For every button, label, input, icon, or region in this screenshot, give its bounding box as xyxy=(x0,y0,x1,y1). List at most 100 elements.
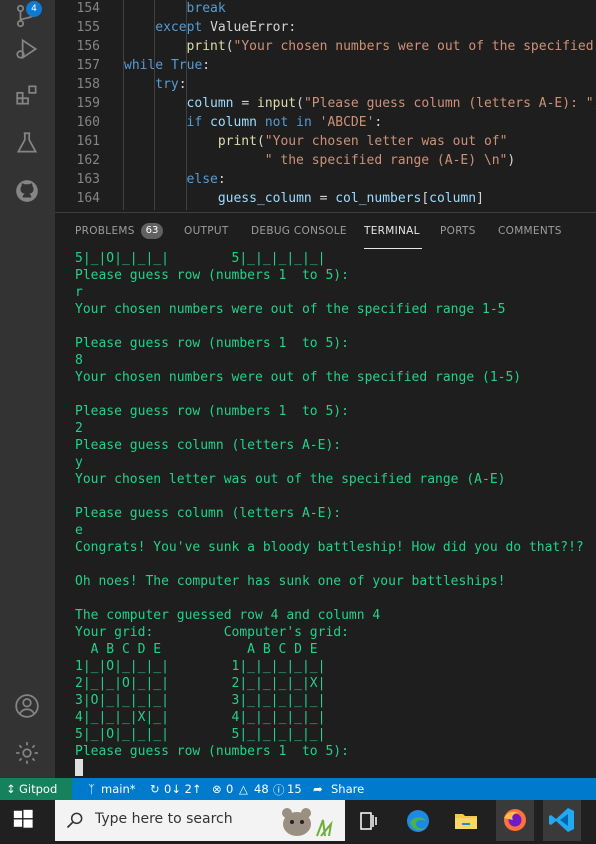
code-token: else xyxy=(186,172,218,187)
terminal-cursor xyxy=(75,759,83,776)
code-token: ( xyxy=(256,134,265,149)
search-highlight-icon xyxy=(282,808,333,837)
settings-gear-icon[interactable] xyxy=(11,737,43,769)
terminal-line: 3|O|_|_|_|_| 3|_|_|_|_|_| xyxy=(75,693,326,708)
code-line: 160 if column not in 'ABCDE': xyxy=(55,113,596,132)
code-text: while True: xyxy=(124,56,210,75)
taskbar-search-box[interactable]: Type here to search xyxy=(55,800,345,841)
terminal-line: Please guess row (numbers 1 to 5): xyxy=(75,336,349,351)
run-debug-icon[interactable] xyxy=(11,33,43,65)
testing-flask-icon[interactable] xyxy=(11,127,43,159)
edge-browser-icon[interactable] xyxy=(402,805,434,837)
branch-name[interactable]: main* xyxy=(101,782,135,796)
terminal-line: Please guess row (numbers 1 to 5): xyxy=(75,744,349,759)
code-text: guess_column = col_numbers[column] xyxy=(218,189,484,208)
code-line: 156 print("Your chosen numbers were out o… xyxy=(55,37,596,56)
line-number: 161 xyxy=(76,134,100,149)
terminal-line: 4|_|_|_|X|_| 4|_|_|_|_|_| xyxy=(75,710,326,725)
vscode-icon[interactable] xyxy=(543,800,581,841)
line-number: 156 xyxy=(76,39,100,54)
account-icon[interactable] xyxy=(11,690,43,722)
remote-label: Gitpod xyxy=(19,782,58,796)
line-number: 157 xyxy=(76,58,100,73)
search-placeholder: Type here to search xyxy=(95,811,233,827)
code-token: try xyxy=(155,77,179,92)
code-text: print("Your chosen letter was out of" xyxy=(218,132,508,151)
code-token: ) xyxy=(507,153,516,168)
code-token: = xyxy=(311,191,336,206)
firefox-icon[interactable] xyxy=(496,800,534,841)
code-line: 163 else: xyxy=(55,170,596,189)
terminal-line: 2 xyxy=(75,421,83,436)
sync-icon: ↻ xyxy=(150,782,160,796)
terminal-line: Your chosen numbers were out of the spec… xyxy=(75,370,522,385)
code-token: "Your chosen letter was out of" xyxy=(264,134,508,149)
code-token: column xyxy=(186,96,234,111)
code-editor[interactable]: 154 break 155 except ValueError: 156 print("Y… xyxy=(55,0,596,210)
sync-status[interactable]: 0↓ 2↑ xyxy=(164,782,202,796)
code-text: column = input("Please guess column (let… xyxy=(187,94,596,113)
tab-comments[interactable]: COMMENTS xyxy=(498,225,562,237)
terminal-line: Please guess column (letters A-E): xyxy=(75,438,342,453)
tab-output[interactable]: OUTPUT xyxy=(184,225,229,237)
terminal-line: Please guess row (numbers 1 to 5): xyxy=(75,404,349,419)
info-count[interactable]: 15 xyxy=(287,782,302,796)
share-icon: ➦ xyxy=(313,782,323,796)
share-button[interactable]: Share xyxy=(331,782,364,796)
code-text: if column not in 'ABCDE': xyxy=(187,113,383,132)
terminal-line: Your chosen numbers were out of the spec… xyxy=(75,302,506,317)
code-line: 157 while True: xyxy=(55,56,596,75)
code-text: except ValueError: xyxy=(155,18,296,37)
windows-start-icon[interactable] xyxy=(12,808,38,834)
line-number: 159 xyxy=(76,96,100,111)
code-line: 155 except ValueError: xyxy=(55,18,596,37)
code-token: except xyxy=(155,20,211,35)
warning-count[interactable]: 48 xyxy=(254,782,269,796)
code-token: = xyxy=(233,96,257,111)
error-count[interactable]: 0 xyxy=(226,782,233,796)
terminal-line: r xyxy=(75,285,83,300)
terminal-line: Congrats! You've sunk a bloody battleshi… xyxy=(75,540,584,555)
terminal-line: 8 xyxy=(75,353,83,368)
line-number: 162 xyxy=(76,153,100,168)
windows-taskbar: Type here to search xyxy=(0,800,596,841)
source-control-badge: 4 xyxy=(26,1,42,17)
panel-tab-bar: PROBLEMS 63 OUTPUT DEBUG CONSOLE TERMINA… xyxy=(55,212,596,251)
code-token: [ xyxy=(421,191,430,206)
code-line: 161 print("Your chosen letter was out of" xyxy=(55,132,596,151)
code-token: "Please guess column (letters A-E): ") xyxy=(303,96,596,111)
tab-ports[interactable]: PORTS xyxy=(440,225,476,237)
terminal-line: 5|_|O|_|_|_| 5|_|_|_|_|_| xyxy=(75,727,326,742)
terminal-line: 1|_|O|_|_|_| 1|_|_|_|_|_| xyxy=(75,659,326,674)
code-token: ] xyxy=(476,191,484,206)
line-number: 158 xyxy=(76,77,100,92)
activity-bar: 4 xyxy=(0,0,55,778)
code-token: "Your chosen numbers were out of the spe… xyxy=(233,39,594,54)
code-text: else: xyxy=(187,170,226,189)
code-line: 164 guess_column = col_numbers[column] xyxy=(55,189,596,208)
file-explorer-icon[interactable] xyxy=(450,805,482,837)
extensions-icon[interactable] xyxy=(11,79,43,111)
code-token: while xyxy=(124,58,171,73)
code-token: : xyxy=(217,172,226,187)
code-line: 154 break xyxy=(55,0,596,18)
code-token: ( xyxy=(225,39,234,54)
status-bar: ↕ Gitpod ᛉ main* ↻ 0↓ 2↑ ⊗ 0 △ 48 ⓘ 15 ➦… xyxy=(0,778,596,800)
terminal-line: Please guess column (letters A-E): xyxy=(75,506,342,521)
terminal-line: The computer guessed row 4 and column 4 xyxy=(75,608,381,623)
tab-debug-console[interactable]: DEBUG CONSOLE xyxy=(251,225,347,237)
terminal-line: 2|_|_|O|_|_| 2|_|_|_|_|X| xyxy=(75,676,326,691)
code-token: 'ABCDE' xyxy=(319,115,375,130)
terminal-output[interactable]: 5|_|O|_|_|_| 5|_|_|_|_|_| Please guess ro… xyxy=(55,250,596,778)
github-icon[interactable] xyxy=(11,175,43,207)
tab-problems[interactable]: PROBLEMS xyxy=(75,225,135,237)
remote-indicator[interactable]: ↕ Gitpod xyxy=(0,778,72,800)
line-number: 160 xyxy=(76,115,100,130)
search-icon xyxy=(66,812,83,829)
terminal-line: Your grid: Computer's grid: xyxy=(75,625,349,640)
line-number: 154 xyxy=(76,1,100,16)
tab-terminal[interactable]: TERMINAL xyxy=(364,225,420,237)
code-line: 159 column = input("Please guess column (… xyxy=(55,94,596,113)
info-icon: ⓘ xyxy=(273,783,285,797)
task-view-icon[interactable] xyxy=(352,805,384,837)
